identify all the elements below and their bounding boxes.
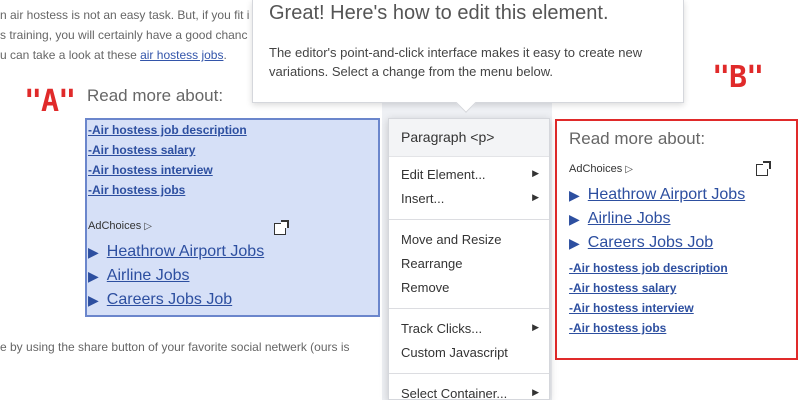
link-airline-jobs[interactable]: ▶ Airline Jobs [88, 264, 264, 288]
adchoices-label[interactable]: AdChoices ▷ [88, 220, 152, 232]
link-text: Heathrow Airport Jobs [587, 186, 746, 203]
play-triangle-icon: ▶ [88, 244, 99, 260]
menu-item-label: Track Clicks... [401, 321, 483, 336]
link-air-hostess-salary[interactable]: -Air hostess salary [88, 140, 247, 160]
submenu-arrow-icon: ▶ [532, 387, 539, 397]
menu-item-edit-element[interactable]: Edit Element... ▶ [401, 167, 539, 182]
link-careers-jobs-job[interactable]: ▶ Careers Jobs Job [88, 288, 264, 312]
variation-b-heading: Read more about: [569, 129, 706, 148]
adchoices-text: AdChoices [569, 163, 623, 175]
menu-header-title: Paragraph <p> [401, 129, 495, 145]
article-line-4: e by using the share button of your favo… [0, 340, 350, 354]
menu-item-label: Custom Javascript [401, 345, 508, 360]
link-air-hostess-interview[interactable]: -Air hostess interview [88, 160, 247, 180]
link-heathrow-airport-jobs[interactable]: ▶ Heathrow Airport Jobs [88, 240, 264, 264]
play-triangle-icon: ▶ [569, 211, 580, 227]
menu-item-remove[interactable]: Remove [401, 280, 539, 295]
link-text: Air hostess salary [92, 143, 196, 157]
variation-a-selected-element[interactable]: -Air hostess job description -Air hostes… [85, 118, 380, 317]
menu-divider [389, 219, 549, 220]
link-text: Airline Jobs [587, 210, 671, 227]
adchoices-text: AdChoices [88, 220, 142, 232]
external-link-icon[interactable] [274, 220, 289, 235]
link-text: Airline Jobs [106, 267, 190, 284]
link-heathrow-airport-jobs[interactable]: ▶ Heathrow Airport Jobs [569, 183, 745, 207]
link-air-hostess-job-description[interactable]: -Air hostess job description [88, 120, 247, 140]
menu-item-label: Move and Resize [401, 232, 502, 247]
submenu-arrow-icon: ▶ [532, 322, 539, 332]
external-link-icon[interactable] [756, 161, 771, 176]
variation-a-large-links: ▶ Heathrow Airport Jobs ▶ Airline Jobs ▶ Ca… [88, 240, 264, 312]
link-text: Air hostess salary [573, 281, 677, 295]
play-triangle-icon: ▶ [569, 187, 580, 203]
menu-item-custom-javascript[interactable]: Custom Javascript [401, 345, 539, 360]
menu-item-rearrange[interactable]: Rearrange [401, 256, 539, 271]
menu-item-insert[interactable]: Insert... ▶ [401, 191, 539, 206]
submenu-arrow-icon: ▶ [532, 168, 539, 178]
variation-b-element: Read more about: AdChoices ▷ ▶ Heathrow A… [555, 119, 798, 360]
link-text: Air hostess interview [92, 163, 213, 177]
link-text: Air hostess job description [573, 261, 728, 275]
play-triangle-icon: ▶ [88, 268, 99, 284]
link-air-hostess-jobs[interactable]: -Air hostess jobs [88, 180, 247, 200]
link-text: Air hostess interview [573, 301, 694, 315]
variation-a-label: "A" [24, 84, 76, 119]
link-airline-jobs[interactable]: ▶ Airline Jobs [569, 207, 745, 231]
air-hostess-jobs-link[interactable]: air hostess jobs [140, 48, 223, 62]
menu-item-label: Edit Element... [401, 167, 486, 182]
variation-b-small-links: -Air hostess job description -Air hostes… [569, 258, 728, 338]
link-careers-jobs-job[interactable]: ▶ Careers Jobs Job [569, 231, 745, 255]
article-line-1: n air hostess is not an easy task. But, … [0, 8, 250, 22]
link-text: Air hostess jobs [92, 183, 186, 197]
link-text: Careers Jobs Job [106, 291, 233, 308]
menu-item-track-clicks[interactable]: Track Clicks... ▶ [401, 321, 539, 336]
menu-item-move-and-resize[interactable]: Move and Resize [401, 232, 539, 247]
menu-divider [389, 308, 549, 309]
link-text: Air hostess job description [92, 123, 247, 137]
tooltip-body: The editor's point-and-click interface m… [269, 45, 643, 79]
tooltip-title: Great! Here's how to edit this element. [269, 2, 609, 24]
editor-tooltip: Great! Here's how to edit this element. … [252, 0, 684, 113]
adchoices-label[interactable]: AdChoices ▷ [569, 163, 633, 175]
menu-item-label: Remove [401, 280, 450, 295]
article-line-3-suffix: . [223, 48, 227, 62]
article-line-3-prefix: u can take a look at these [0, 48, 141, 62]
variation-a-small-links: -Air hostess job description -Air hostes… [88, 120, 247, 200]
menu-item-label: Rearrange [401, 256, 463, 271]
menu-divider [389, 373, 549, 374]
link-air-hostess-job-description[interactable]: -Air hostess job description [569, 258, 728, 278]
variation-b-large-links: ▶ Heathrow Airport Jobs ▶ Airline Jobs ▶ Ca… [569, 183, 745, 255]
link-air-hostess-jobs[interactable]: -Air hostess jobs [569, 318, 728, 338]
adchoices-icon: ▷ [625, 163, 633, 175]
play-triangle-icon: ▶ [569, 235, 580, 251]
menu-item-select-container[interactable]: Select Container... ▶ [401, 386, 539, 400]
adchoices-icon: ▷ [144, 220, 152, 232]
menu-item-label: Select Container... [401, 386, 508, 400]
link-text: Heathrow Airport Jobs [106, 243, 265, 260]
variation-b-label: "B" [712, 60, 764, 95]
variation-a-heading: Read more about: [87, 86, 224, 105]
article-line-2: s training, you will certainly have a go… [0, 28, 248, 42]
article-line-3: u can take a look at these air hostess j… [0, 48, 227, 62]
submenu-arrow-icon: ▶ [532, 192, 539, 202]
menu-item-label: Insert... [401, 191, 445, 206]
link-air-hostess-interview[interactable]: -Air hostess interview [569, 298, 728, 318]
link-text: Air hostess jobs [573, 321, 667, 335]
menu-header: Paragraph <p> [389, 119, 549, 157]
element-context-menu: Paragraph <p> Edit Element... ▶ Insert..… [388, 118, 550, 400]
link-text: Careers Jobs Job [587, 234, 714, 251]
link-air-hostess-salary[interactable]: -Air hostess salary [569, 278, 728, 298]
play-triangle-icon: ▶ [88, 292, 99, 308]
